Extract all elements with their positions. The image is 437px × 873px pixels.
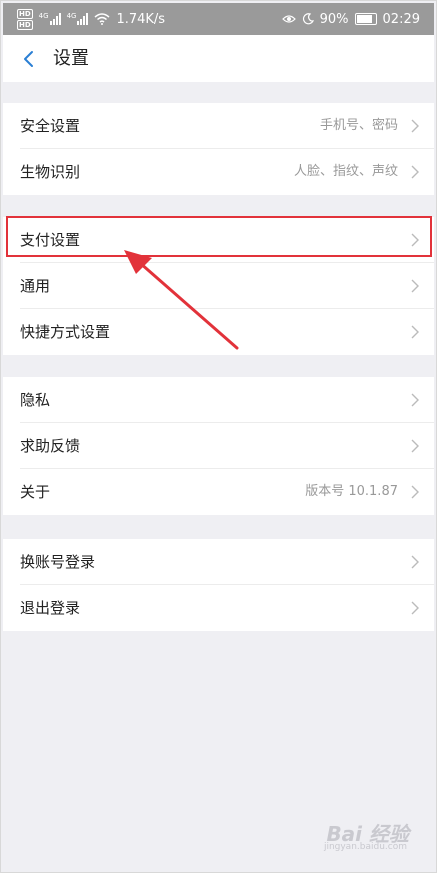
eye-comfort-icon <box>281 15 296 23</box>
battery-icon <box>354 13 377 25</box>
network-type-2: 4G <box>66 12 77 20</box>
chevron-right-icon <box>411 119 419 133</box>
page-title: 设置 <box>53 48 89 69</box>
signal-icon: 4G <box>39 13 61 25</box>
chevron-right-icon <box>411 165 419 179</box>
row-label: 生物识别 <box>20 163 81 181</box>
row-value: 版本号 10.1.87 <box>305 484 398 499</box>
row-label: 快捷方式设置 <box>20 323 111 341</box>
chevron-right-icon <box>411 439 419 453</box>
chevron-right-icon <box>411 555 419 569</box>
highlight-box <box>6 216 432 257</box>
chevron-right-icon <box>411 601 419 615</box>
signal-icon-2: 4G <box>67 13 89 25</box>
settings-row-privacy[interactable]: 隐私 <box>3 377 434 423</box>
chevron-right-icon <box>411 393 419 407</box>
watermark-url: jingyan.baidu.com <box>323 842 407 852</box>
network-speed: 1.74K/s <box>116 11 166 27</box>
settings-row-about[interactable]: 关于 版本号 10.1.87 <box>3 469 434 515</box>
settings-row-biometrics[interactable]: 生物识别 人脸、指纹、声纹 <box>3 149 434 195</box>
row-label: 通用 <box>20 277 51 295</box>
chevron-right-icon <box>411 485 419 499</box>
app-header: 设置 <box>3 35 434 82</box>
row-label: 求助反馈 <box>20 437 81 455</box>
chevron-left-icon[interactable] <box>19 48 41 70</box>
hd-icon: HD HD <box>17 8 33 30</box>
chevron-right-icon <box>411 279 419 293</box>
settings-row-security[interactable]: 安全设置 手机号、密码 <box>3 103 434 149</box>
row-label: 关于 <box>20 483 51 501</box>
hd-label-1: HD <box>17 8 33 19</box>
row-label: 安全设置 <box>20 117 81 135</box>
hd-label-2: HD <box>17 19 33 30</box>
settings-section-login: 换账号登录 退出登录 <box>3 539 434 631</box>
wifi-icon <box>94 13 110 25</box>
chevron-right-icon <box>411 325 419 339</box>
row-value: 手机号、密码 <box>319 118 398 133</box>
moon-icon <box>302 13 314 25</box>
battery-percent: 90% <box>319 11 349 27</box>
settings-row-switch-account[interactable]: 换账号登录 <box>3 539 434 585</box>
row-label: 隐私 <box>20 391 51 409</box>
settings-row-feedback[interactable]: 求助反馈 <box>3 423 434 469</box>
settings-row-general[interactable]: 通用 <box>3 263 434 309</box>
settings-section-about: 隐私 求助反馈 关于 版本号 10.1.87 <box>3 377 434 515</box>
settings-section-account: 安全设置 手机号、密码 生物识别 人脸、指纹、声纹 <box>3 103 434 195</box>
clock: 02:29 <box>382 11 420 27</box>
row-label: 换账号登录 <box>20 553 96 571</box>
row-label: 退出登录 <box>20 599 81 617</box>
settings-row-logout[interactable]: 退出登录 <box>3 585 434 631</box>
network-type-1: 4G <box>38 12 49 20</box>
settings-row-shortcuts[interactable]: 快捷方式设置 <box>3 309 434 355</box>
status-bar: HD HD 4G 4G 1.74K/s 90% 02:29 <box>3 3 434 35</box>
row-value: 人脸、指纹、声纹 <box>293 164 398 179</box>
